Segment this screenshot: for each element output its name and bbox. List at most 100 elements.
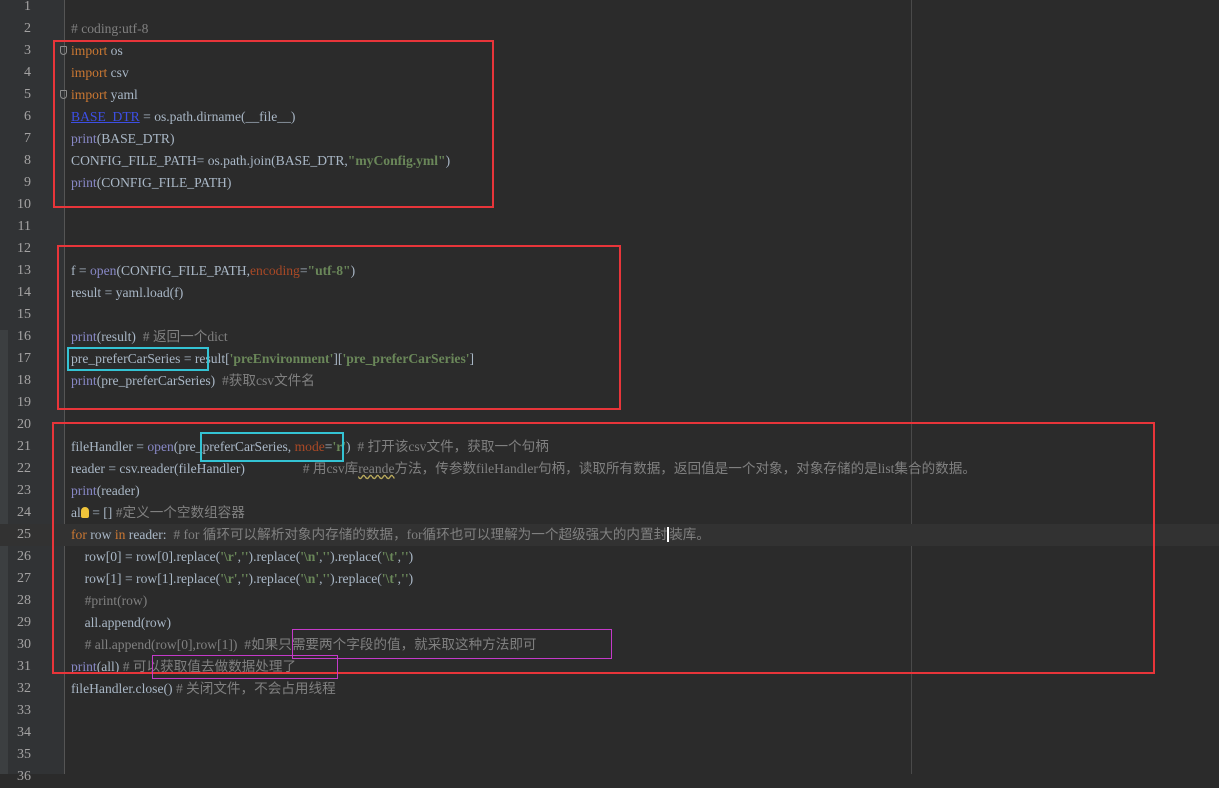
code-text[interactable]: f = open(CONFIG_FILE_PATH,encoding="utf-… bbox=[71, 260, 355, 282]
line-number: 10 bbox=[17, 197, 31, 212]
code-token: '\t' bbox=[381, 571, 398, 586]
line-number: 6 bbox=[24, 109, 31, 124]
code-token: pre_preferCarSeries = result[ bbox=[71, 351, 230, 366]
code-text[interactable]: fileHandler = open(pre_preferCarSeries, … bbox=[71, 436, 549, 458]
line-number: 28 bbox=[17, 593, 31, 608]
code-line-23[interactable]: 23 print(reader) bbox=[0, 480, 1219, 502]
code-text[interactable]: # all.append(row[0],row[1]) #如果只需要两个字段的值… bbox=[71, 634, 537, 656]
code-line-22[interactable]: 22 reader = csv.reader(fileHandler) # 用cs… bbox=[0, 458, 1219, 480]
code-line-14[interactable]: 14 result = yaml.load(f) bbox=[0, 282, 1219, 304]
code-token: BASE_DTR bbox=[71, 109, 140, 124]
code-token: al bbox=[71, 505, 81, 520]
code-token: import bbox=[71, 65, 108, 80]
code-line-13[interactable]: 13 f = open(CONFIG_FILE_PATH,encoding="ut… bbox=[0, 260, 1219, 282]
code-text[interactable]: # coding:utf-8 bbox=[71, 18, 148, 40]
code-text[interactable]: print(reader) bbox=[71, 480, 140, 502]
code-line-9[interactable]: 9 print(CONFIG_FILE_PATH) bbox=[0, 172, 1219, 194]
code-line-4[interactable]: 4 import csv bbox=[0, 62, 1219, 84]
code-line-31[interactable]: 31 print(all) # 可以获取值去做数据处理了 bbox=[0, 656, 1219, 678]
code-text[interactable]: for row in reader: # for 循环可以解析对象内存储的数据，… bbox=[71, 524, 710, 546]
code-text[interactable]: print(pre_preferCarSeries) #获取csv文件名 bbox=[71, 370, 315, 392]
code-text[interactable]: pre_preferCarSeries = result['preEnviron… bbox=[71, 348, 474, 370]
code-token: encoding bbox=[250, 263, 300, 278]
code-text[interactable]: fileHandler.close() # 关闭文件，不会占用线程 bbox=[71, 678, 336, 700]
code-line-3[interactable]: 3 import os bbox=[0, 40, 1219, 62]
code-line-11[interactable]: 11 bbox=[0, 216, 1219, 238]
code-line-6[interactable]: 6 BASE_DTR = os.path.dirname(__file__) bbox=[0, 106, 1219, 128]
code-text[interactable]: reader = csv.reader(fileHandler) # 用csv库… bbox=[71, 458, 976, 480]
code-line-33[interactable]: 33 bbox=[0, 700, 1219, 722]
code-token: "myConfig.yml" bbox=[347, 153, 446, 168]
code-token: '' bbox=[401, 571, 409, 586]
code-text[interactable]: all.append(row) bbox=[71, 612, 171, 634]
code-text[interactable]: print(all) # 可以获取值去做数据处理了 bbox=[71, 656, 296, 678]
code-line-17[interactable]: 17 pre_preferCarSeries = result['preEnvir… bbox=[0, 348, 1219, 370]
code-line-36[interactable]: 36 bbox=[0, 766, 1219, 788]
code-text[interactable]: #print(row) bbox=[71, 590, 148, 612]
code-editor[interactable]: 1 2 # coding:utf-8 3 import os 4 import csv 5 im… bbox=[0, 0, 1219, 784]
code-line-1[interactable]: 1 bbox=[0, 0, 1219, 18]
code-token: reande bbox=[358, 461, 395, 476]
code-text[interactable]: row[0] = row[0].replace('\r','').replace… bbox=[71, 546, 414, 568]
code-line-27[interactable]: 27 row[1] = row[1].replace('\r','').repl… bbox=[0, 568, 1219, 590]
code-line-30[interactable]: 30 # all.append(row[0],row[1]) #如果只需要两个字… bbox=[0, 634, 1219, 656]
fold-marker-icon[interactable] bbox=[60, 46, 67, 55]
code-token: = os.path.dirname(__file__) bbox=[139, 109, 296, 124]
code-line-34[interactable]: 34 bbox=[0, 722, 1219, 744]
code-text[interactable]: print(result) # 返回一个dict bbox=[71, 326, 228, 348]
code-line-10[interactable]: 10 bbox=[0, 194, 1219, 216]
code-text[interactable]: row[1] = row[1].replace('\r','').replace… bbox=[71, 568, 414, 590]
code-token: ).replace( bbox=[330, 571, 382, 586]
code-line-15[interactable]: 15 bbox=[0, 304, 1219, 326]
code-token: '' bbox=[322, 549, 331, 564]
code-token: ) bbox=[408, 549, 414, 564]
intention-bulb-icon[interactable] bbox=[80, 507, 89, 518]
code-text[interactable]: print(BASE_DTR) bbox=[71, 128, 174, 150]
code-token: 'r' bbox=[332, 439, 347, 454]
code-token: in bbox=[114, 527, 126, 542]
code-line-8[interactable]: 8 CONFIG_FILE_PATH= os.path.join(BASE_DTR… bbox=[0, 150, 1219, 172]
code-token: # 关闭文件，不会占用线程 bbox=[175, 681, 336, 696]
line-number: 32 bbox=[17, 681, 31, 696]
code-text[interactable]: import csv bbox=[71, 62, 129, 84]
code-token: for bbox=[71, 527, 87, 542]
code-line-35[interactable]: 35 bbox=[0, 744, 1219, 766]
code-text[interactable]: import yaml bbox=[71, 84, 138, 106]
code-line-26[interactable]: 26 row[0] = row[0].replace('\r','').repl… bbox=[0, 546, 1219, 568]
code-token: 'pre_preferCarSeries' bbox=[342, 351, 470, 366]
line-number: 8 bbox=[24, 153, 31, 168]
code-text[interactable]: import os bbox=[71, 40, 123, 62]
code-line-16[interactable]: 16 print(result) # 返回一个dict bbox=[0, 326, 1219, 348]
code-line-12[interactable]: 12 bbox=[0, 238, 1219, 260]
code-token: print bbox=[71, 483, 97, 498]
code-line-5[interactable]: 5 import yaml bbox=[0, 84, 1219, 106]
code-text[interactable]: CONFIG_FILE_PATH= os.path.join(BASE_DTR,… bbox=[71, 150, 450, 172]
code-token: '' bbox=[401, 549, 409, 564]
code-line-7[interactable]: 7 print(BASE_DTR) bbox=[0, 128, 1219, 150]
line-number: 4 bbox=[24, 65, 31, 80]
code-line-21[interactable]: 21 fileHandler = open(pre_preferCarSeries… bbox=[0, 436, 1219, 458]
line-number: 5 bbox=[24, 87, 31, 102]
code-text[interactable]: al = [] #定义一个空数组容器 bbox=[71, 502, 245, 524]
code-token: (reader) bbox=[96, 483, 140, 498]
code-token: result = yaml.load(f) bbox=[71, 285, 184, 300]
code-line-18[interactable]: 18 print(pre_preferCarSeries) #获取csv文件名 bbox=[0, 370, 1219, 392]
code-token: = [] bbox=[88, 505, 116, 520]
code-text[interactable]: BASE_DTR = os.path.dirname(__file__) bbox=[71, 106, 295, 128]
code-line-32[interactable]: 32 fileHandler.close() # 关闭文件，不会占用线程 bbox=[0, 678, 1219, 700]
code-line-19[interactable]: 19 bbox=[0, 392, 1219, 414]
fold-marker-icon[interactable] bbox=[60, 90, 67, 99]
code-token: ).replace( bbox=[248, 571, 301, 586]
code-text[interactable]: print(CONFIG_FILE_PATH) bbox=[71, 172, 231, 194]
code-token: #获取csv文件名 bbox=[222, 373, 315, 388]
code-line-2[interactable]: 2 # coding:utf-8 bbox=[0, 18, 1219, 40]
code-token: (CONFIG_FILE_PATH, bbox=[116, 263, 250, 278]
code-text[interactable]: result = yaml.load(f) bbox=[71, 282, 183, 304]
code-line-20[interactable]: 20 bbox=[0, 414, 1219, 436]
code-line-28[interactable]: 28 #print(row) bbox=[0, 590, 1219, 612]
code-token: ) bbox=[408, 571, 414, 586]
code-line-25[interactable]: 25 for row in reader: # for 循环可以解析对象内存储的数… bbox=[0, 524, 1219, 546]
code-line-24[interactable]: 24 al = [] #定义一个空数组容器 bbox=[0, 502, 1219, 524]
code-token: # 可以获取值去做数据处理了 bbox=[122, 659, 297, 674]
code-line-29[interactable]: 29 all.append(row) bbox=[0, 612, 1219, 634]
